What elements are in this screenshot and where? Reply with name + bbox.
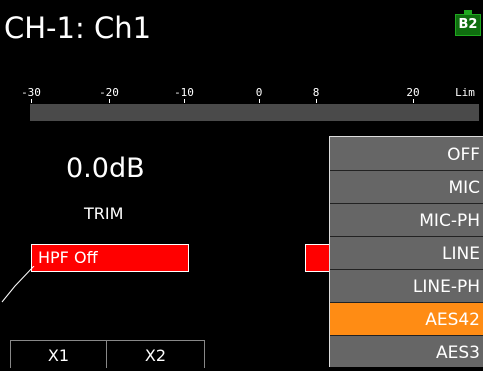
meter-tick xyxy=(259,99,260,103)
meter-scale-label: -10 xyxy=(174,86,194,99)
menu-item-aes3[interactable]: AES3 xyxy=(330,336,483,368)
channel-title: CH-1: Ch1 xyxy=(4,11,152,45)
trim-value[interactable]: 0.0dB xyxy=(66,153,145,185)
meter-scale-label: -20 xyxy=(99,86,119,99)
hpf-label: HPF Off xyxy=(38,248,98,267)
menu-item-mic-ph[interactable]: MIC-PH xyxy=(330,204,483,236)
menu-item-mic[interactable]: MIC xyxy=(330,171,483,203)
meter-scale-label: -30 xyxy=(21,86,41,99)
menu-item-aes42[interactable]: AES42 xyxy=(330,303,483,335)
meter-scale-label: Lim xyxy=(455,86,475,99)
meter-scale-label: 0 xyxy=(255,86,263,99)
meter-tick xyxy=(184,99,185,103)
menu-item-off[interactable]: OFF xyxy=(330,138,483,170)
hpf-button[interactable]: HPF Off xyxy=(31,244,189,272)
menu-item-line[interactable]: LINE xyxy=(330,237,483,269)
trim-label: TRIM xyxy=(84,204,124,223)
meter-scale-label: 20 xyxy=(406,86,420,99)
meter-scale-label: 8 xyxy=(312,86,320,99)
tab-bar: X1 X2 xyxy=(10,340,205,368)
battery-badge: B2 xyxy=(455,10,481,36)
meter-bar xyxy=(30,104,479,121)
meter-tick xyxy=(31,99,32,103)
hpf-curve-icon xyxy=(1,266,35,303)
tab-x1[interactable]: X1 xyxy=(10,341,107,368)
input-type-menu: OFF MIC MIC-PH LINE LINE-PH AES42 AES3 xyxy=(329,136,483,367)
battery-cap-icon xyxy=(464,10,472,14)
battery-badge-label: B2 xyxy=(458,17,478,32)
meter-tick xyxy=(316,99,317,103)
meter-tick xyxy=(109,99,110,103)
menu-item-line-ph[interactable]: LINE-PH xyxy=(330,270,483,302)
meter-tick xyxy=(413,99,414,103)
tab-x2[interactable]: X2 xyxy=(106,341,205,368)
